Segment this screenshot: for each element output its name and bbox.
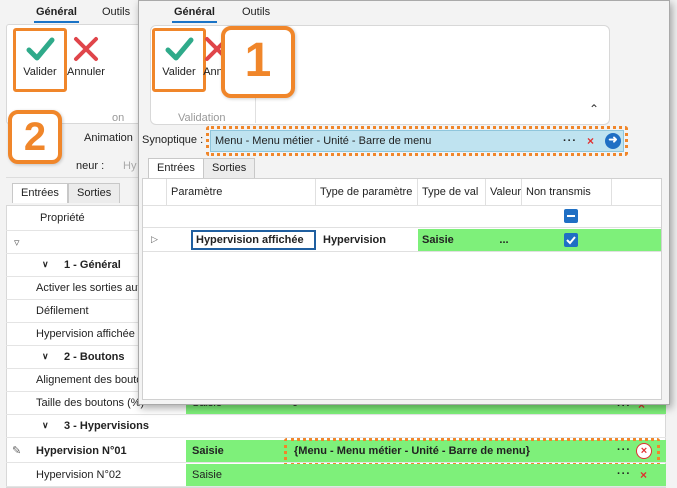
column-param-type[interactable]: Type de paramètre: [316, 179, 418, 205]
value-type-cell[interactable]: Saisie: [418, 229, 486, 251]
column-value[interactable]: Valeur: [486, 179, 522, 205]
row-label: Hypervision N°01: [36, 445, 127, 457]
row-type[interactable]: Saisie: [186, 440, 286, 462]
dialog-filter-row: [143, 206, 661, 228]
section-label: 1 - Général: [64, 259, 121, 271]
dialog-tab-outputs[interactable]: Sorties: [203, 158, 256, 178]
edit-pencil-icon: ✎: [12, 445, 22, 457]
ribbon-tab-tools[interactable]: Outils: [102, 6, 130, 18]
table-header-spacer: [143, 179, 167, 205]
parameter-cell[interactable]: Hypervision affichée: [191, 230, 316, 250]
more-icon[interactable]: ···: [617, 468, 631, 480]
section-row-hypervisions[interactable]: ∨ 3 - Hypervisions: [6, 415, 666, 438]
dialog-table-row[interactable]: ▷ Hypervision affichée Hypervision Saisi…: [143, 229, 661, 252]
value-cell[interactable]: ...: [486, 229, 522, 251]
dialog-ribbon-tab-tools[interactable]: Outils: [242, 6, 270, 18]
group-label-fragment: on: [112, 112, 125, 124]
not-transmitted-cell[interactable]: [522, 229, 661, 251]
highlight-validate: [13, 28, 67, 92]
table-row[interactable]: Hypervision N°02 Saisie ··· ×: [6, 464, 666, 487]
row-label: Défilement: [36, 305, 89, 317]
column-not-transmitted[interactable]: Non transmis: [522, 179, 612, 205]
header-checkbox[interactable]: [564, 209, 578, 223]
column-parameter[interactable]: Paramètre: [167, 179, 316, 205]
delete-icon[interactable]: ×: [640, 468, 647, 482]
column-value-type[interactable]: Type de val: [418, 179, 486, 205]
row-label: Hypervision affichée: [36, 328, 135, 340]
grid-header-property: Propriété: [40, 212, 85, 224]
row-label: Hypervision N°02: [36, 469, 122, 481]
not-transmitted-checkbox[interactable]: [564, 233, 578, 247]
filter-icon[interactable]: ▿: [14, 236, 20, 249]
dialog-group-label: Validation: [178, 112, 226, 124]
row-expand-icon[interactable]: ▷: [151, 234, 158, 245]
callout-1: 1: [221, 26, 295, 98]
check-icon: [566, 236, 576, 245]
highlight-dialog-validate: [152, 28, 206, 92]
bg-tab-inputs[interactable]: Entrées: [12, 183, 68, 203]
cancel-label: Ann: [203, 66, 223, 78]
highlight-hypervision-value: [284, 438, 660, 466]
section-label: 3 - Hypervisions: [64, 420, 149, 432]
collapse-icon[interactable]: ∨: [42, 420, 49, 431]
bg-tab-outputs[interactable]: Sorties: [68, 183, 121, 203]
collapse-icon[interactable]: ∨: [42, 351, 49, 362]
row-type[interactable]: Saisie: [186, 464, 286, 486]
dialog-tab-inputs[interactable]: Entrées: [148, 158, 204, 178]
dialog-ribbon-tab-general[interactable]: Général: [172, 6, 217, 23]
param-type-cell: Hypervision: [323, 234, 386, 246]
tab-animation[interactable]: Animation: [84, 132, 133, 144]
cancel-button[interactable]: Annuler: [60, 30, 112, 94]
collapse-icon[interactable]: ∨: [42, 259, 49, 270]
row-label: Activer les sorties aut: [36, 282, 141, 294]
section-label: 2 - Boutons: [64, 351, 125, 363]
dialog-collapse-ribbon-icon[interactable]: ⌃: [589, 102, 599, 116]
row-value[interactable]: [286, 464, 666, 486]
row-label: Alignement des bouto: [36, 374, 143, 386]
cross-icon: [74, 37, 98, 61]
ribbon-tab-general[interactable]: Général: [34, 6, 79, 23]
synoptic-label: Synoptique :: [142, 134, 204, 146]
cancel-label: Annuler: [67, 66, 105, 78]
highlight-synoptic: [206, 126, 628, 156]
